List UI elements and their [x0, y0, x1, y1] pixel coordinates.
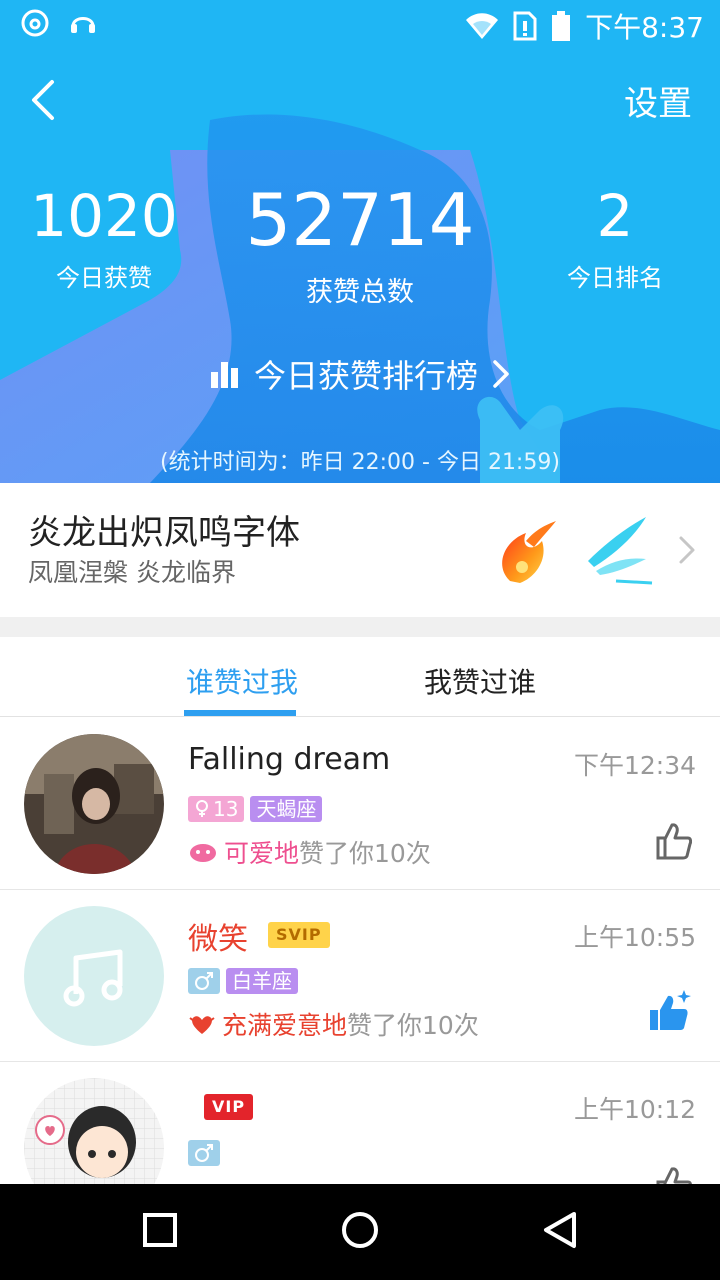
today-rank-value: 2 — [596, 182, 634, 250]
today-rank-stat: 2 今日排名 — [540, 182, 690, 293]
like-time: 上午10:12 — [573, 1095, 696, 1124]
like-time: 上午10:55 — [573, 923, 696, 952]
home-icon[interactable] — [340, 1210, 380, 1250]
sim-alert-icon — [513, 11, 537, 41]
like-action: 赞了你10次 — [347, 1011, 479, 1040]
chevron-right-icon — [679, 536, 695, 564]
today-likes-label: 今日获赞 — [56, 264, 152, 292]
font-preview-art — [502, 517, 653, 585]
zodiac-tag: 白羊座 — [226, 968, 298, 994]
avatar-photo — [24, 734, 164, 874]
back-nav-icon[interactable] — [542, 1210, 578, 1250]
active-tab-indicator — [184, 710, 296, 716]
font-promo-subtitle: 凤凰涅槃 炎龙临界 — [28, 558, 236, 587]
user-tags: 13 天蝎座 — [188, 796, 323, 822]
male-icon — [195, 1144, 213, 1162]
today-likes-value: 1020 — [30, 182, 178, 250]
thumbs-up-liked-icon[interactable] — [648, 988, 692, 1032]
wifi-icon — [466, 13, 499, 39]
status-bar: 下午8:37 — [0, 0, 720, 48]
total-likes-stat: 52714 获赞总数 — [238, 178, 482, 309]
total-likes-label: 获赞总数 — [306, 277, 414, 308]
like-adverb: 可爱地 — [224, 839, 300, 868]
settings-button[interactable]: 设置 — [624, 76, 692, 125]
font-promo-title: 炎龙出炽凤鸣字体 — [28, 513, 300, 553]
today-rank-label: 今日排名 — [567, 264, 663, 292]
status-time: 下午8:37 — [585, 11, 704, 44]
cute-sticker-icon — [190, 844, 216, 862]
user-name: Falling dream — [188, 742, 391, 777]
total-likes-value: 52714 — [245, 178, 475, 262]
like-description: 可爱地 赞了你10次 — [188, 834, 431, 870]
user-name: 微笑 — [188, 922, 248, 957]
battery-icon — [552, 11, 571, 41]
music-note-icon — [63, 949, 123, 1007]
chevron-right-icon — [493, 360, 509, 388]
stat-time-range: (统计时间为：昨日 22:00 - 今日 21:59) — [160, 450, 560, 475]
avatar[interactable] — [24, 906, 164, 1046]
list-item[interactable]: 微笑 SVIP 上午10:55 白羊座 充满爱意地 赞了你10次 — [0, 890, 720, 1062]
tab-who-liked-me[interactable]: 谁赞过我 — [186, 661, 298, 701]
list-item[interactable]: Falling dream 下午12:34 13 天蝎座 可爱地 赞了你10次 — [0, 718, 720, 890]
like-stats-header: 下午8:37 设置 1020 今日获赞 52714 获赞总数 2 今日排名 今日… — [0, 0, 720, 483]
back-icon[interactable] — [24, 78, 64, 122]
tab-who-i-liked[interactable]: 我赞过谁 — [424, 661, 536, 701]
tab-bar: 谁赞过我 我赞过谁 — [0, 637, 720, 717]
likes-list: Falling dream 下午12:34 13 天蝎座 可爱地 赞了你10次 … — [0, 718, 720, 1184]
today-ranking-link[interactable]: 今日获赞排行榜 — [210, 352, 510, 396]
font-promo-banner[interactable]: 炎龙出炽凤鸣字体 凤凰涅槃 炎龙临界 — [0, 483, 720, 617]
netease-music-icon — [21, 9, 49, 37]
gender-tag — [188, 1140, 220, 1166]
like-description: 充满爱意地 赞了你10次 — [188, 1006, 479, 1042]
svip-badge: SVIP — [268, 922, 330, 948]
section-divider — [0, 617, 720, 637]
vip-badge: VIP — [204, 1094, 254, 1120]
like-time: 下午12:34 — [573, 751, 696, 780]
age-value: 13 — [213, 797, 239, 821]
male-icon — [195, 972, 213, 990]
list-item[interactable]: VIP 上午10:12 — [0, 1062, 720, 1184]
thumbs-up-icon[interactable] — [656, 822, 692, 860]
today-likes-stat: 1020 今日获赞 — [24, 182, 184, 293]
avatar[interactable] — [24, 1078, 164, 1184]
gender-tag — [188, 968, 220, 994]
user-tags: 白羊座 — [188, 968, 298, 994]
system-nav-bar — [0, 1184, 720, 1280]
gender-age-tag: 13 — [188, 796, 245, 822]
screen: 下午8:37 设置 1020 今日获赞 52714 获赞总数 2 今日排名 今日… — [0, 0, 720, 1280]
today-ranking-label: 今日获赞排行榜 — [254, 357, 479, 395]
heart-bird-icon — [189, 1016, 215, 1034]
like-adverb: 充满爱意地 — [222, 1011, 348, 1040]
female-icon — [196, 800, 208, 817]
cartoon-avatar — [24, 1078, 164, 1184]
like-action: 赞了你10次 — [299, 839, 431, 868]
thumbs-up-icon[interactable] — [656, 1166, 692, 1184]
zodiac-tag: 天蝎座 — [250, 796, 323, 822]
headset-icon — [71, 17, 95, 33]
bar-chart-icon — [211, 362, 238, 388]
recent-apps-icon[interactable] — [142, 1212, 178, 1248]
avatar[interactable] — [24, 734, 164, 874]
user-tags — [188, 1140, 220, 1166]
